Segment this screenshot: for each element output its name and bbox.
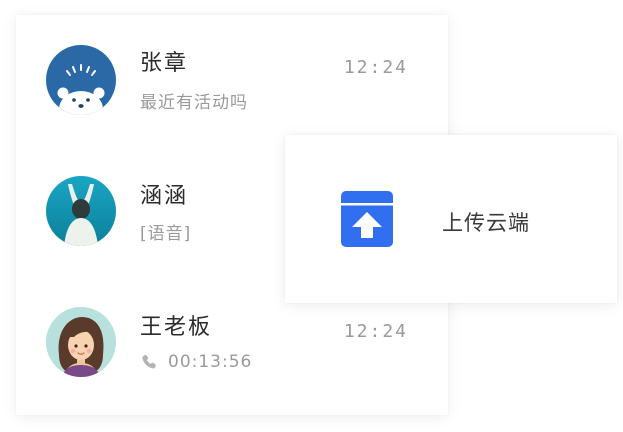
cartoon-woman-avatar bbox=[46, 307, 116, 377]
contact-name: 涵涵 bbox=[140, 184, 189, 209]
message-time: 12:24 bbox=[343, 321, 408, 342]
chat-list-item[interactable]: 张章 最近有活动吗 12:24 bbox=[16, 15, 448, 147]
cloud-upload-box-icon bbox=[335, 187, 399, 251]
message-preview: [语音] bbox=[140, 224, 192, 244]
girl-photo-avatar bbox=[46, 176, 116, 246]
message-preview: 最近有活动吗 bbox=[140, 93, 248, 113]
phone-icon bbox=[140, 353, 158, 371]
call-duration-text: 00:13:56 bbox=[168, 352, 253, 372]
contact-name: 王老板 bbox=[140, 315, 213, 340]
upload-popup[interactable]: 上传云端 bbox=[285, 135, 617, 303]
polar-bear-avatar bbox=[46, 45, 116, 115]
contact-name: 张章 bbox=[140, 51, 189, 76]
call-duration: 00:13:56 bbox=[140, 352, 252, 372]
message-time: 12:24 bbox=[343, 57, 408, 78]
stage: 张章 最近有活动吗 12:24 涵涵 [语音] 王老板 00:13:56 12:… bbox=[0, 0, 623, 432]
upload-label: 上传云端 bbox=[442, 211, 530, 235]
